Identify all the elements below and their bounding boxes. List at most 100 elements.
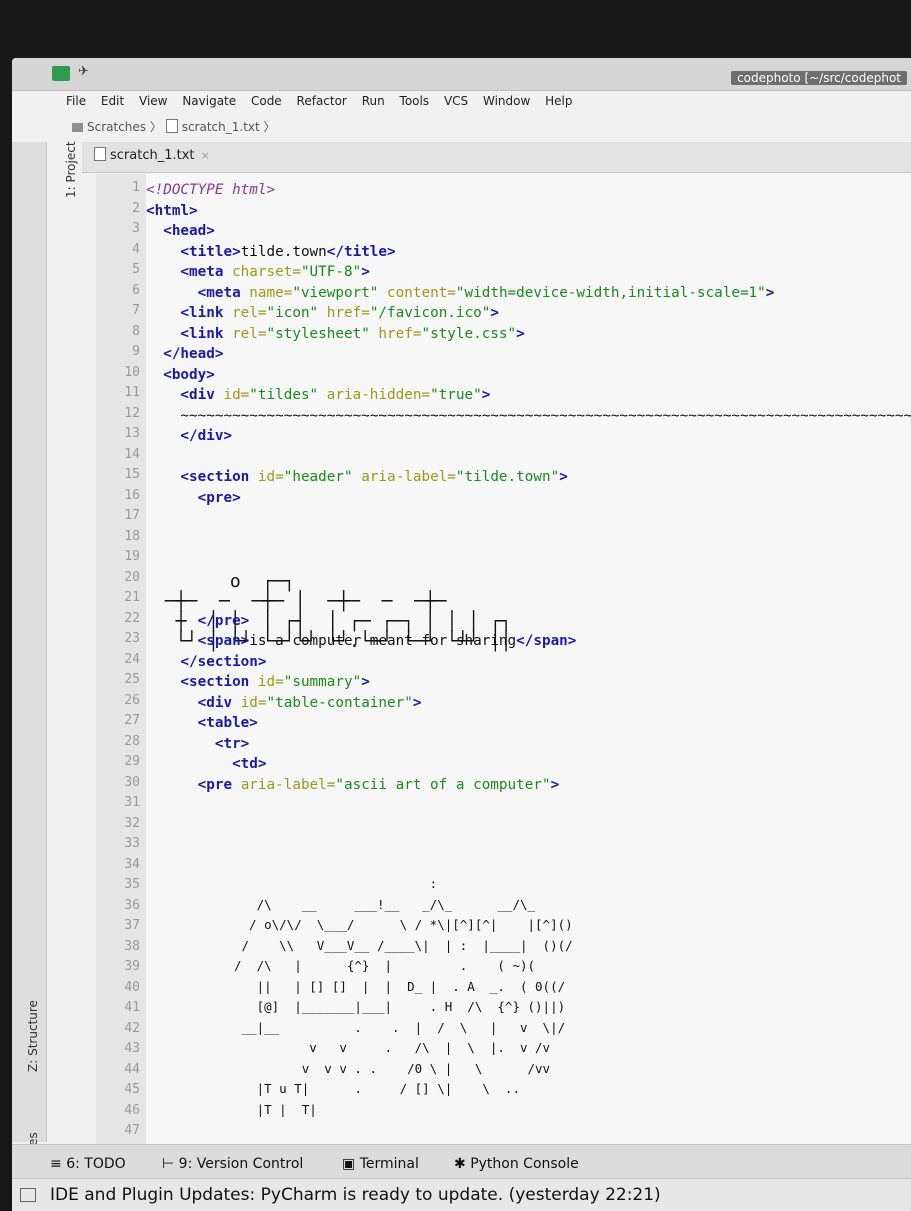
structure-tool-button[interactable]: Z: Structure: [26, 1000, 40, 1072]
code-line[interactable]: <head>: [146, 221, 215, 241]
status-message[interactable]: IDE and Plugin Updates: PyCharm is ready…: [50, 1185, 661, 1205]
notification-icon[interactable]: [20, 1188, 36, 1202]
code-line[interactable]: <!DOCTYPE html>: [146, 180, 275, 200]
code-token-doctype: <!DOCTYPE html>: [146, 182, 276, 198]
code-line[interactable]: <section id="summary">: [146, 672, 370, 692]
code-line[interactable]: <meta charset="UTF-8">: [146, 262, 369, 282]
line-number-gutter: 1 2 3 4 5 6 7 8 9 10 11 12 13 14 15 16 17 18 19 20 21 22 23 24 2…: [96, 174, 146, 1154]
menu-run[interactable]: Run: [362, 94, 385, 108]
code-line[interactable]: </div>: [146, 426, 232, 446]
code-token-string: "style.css": [421, 325, 517, 342]
code-line[interactable]: </section>: [146, 652, 266, 672]
code-line[interactable]: <link rel="stylesheet" href="style.css">: [146, 324, 524, 344]
file-icon: [165, 119, 178, 133]
code-line[interactable]: <table>: [146, 713, 258, 733]
code-token-tag: >: [559, 469, 568, 485]
todo-tool-button[interactable]: ≡ 6: TODO: [50, 1156, 126, 1172]
menu-help[interactable]: Help: [545, 94, 572, 108]
code-line[interactable]: <pre>: [146, 488, 241, 508]
code-line[interactable]: <div id="tildes" aria-hidden="true">: [146, 385, 490, 405]
project-tool-button[interactable]: 1: Project: [64, 141, 78, 198]
line-number: 14: [124, 446, 140, 462]
close-icon[interactable]: ×: [201, 149, 210, 162]
line-number: 11: [124, 385, 140, 400]
code-token-tag: <meta: [146, 264, 233, 280]
code-token-attr: id=: [257, 674, 284, 690]
code-token-tag: >: [490, 305, 499, 321]
line-number: 2: [132, 200, 140, 216]
code-token-string: "header": [283, 469, 362, 485]
code-token-attr: aria-hidden=: [326, 387, 431, 403]
code-editor[interactable]: o ┌─┐ ─┼─ ─ ─┼─ │ ─┼─ ─ ─┼─ ┼ │ │ │ ┌┤ │…: [146, 174, 911, 1154]
code-line[interactable]: <div id="table-container">: [146, 693, 422, 713]
code-line[interactable]: ~~~~~~~~~~~~~~~~~~~~~~~~~~~~~~~~~~~~~~~~…: [146, 406, 911, 426]
line-number: 12: [124, 405, 140, 421]
code-line[interactable]: <link rel="icon" href="/favicon.ico">: [146, 303, 499, 323]
menu-window[interactable]: Window: [483, 94, 530, 108]
terminal-icon: ▣: [342, 1156, 356, 1172]
line-number: 41: [124, 1000, 140, 1015]
code-token-tag: </span>: [516, 633, 577, 649]
code-token-attr: id=: [257, 469, 284, 485]
line-number: 16: [124, 487, 140, 503]
line-number: 20: [124, 569, 140, 585]
code-line[interactable]: </pre>: [146, 611, 250, 631]
pin-icon[interactable]: ✈: [78, 64, 89, 79]
code-line[interactable]: </head>: [146, 344, 223, 364]
menu-vcs[interactable]: VCS: [444, 94, 468, 108]
menu-edit[interactable]: Edit: [101, 94, 124, 108]
code-token-string: "stylesheet": [266, 325, 379, 342]
code-token-tag: <html>: [146, 202, 198, 219]
breadcrumb-file[interactable]: scratch_1.txt: [182, 120, 260, 134]
line-number: 8: [132, 323, 140, 339]
menu-tools[interactable]: Tools: [400, 94, 430, 108]
line-number: 31: [124, 795, 140, 810]
menu-view[interactable]: View: [139, 94, 167, 108]
line-number: 38: [124, 938, 140, 954]
menu-refactor[interactable]: Refactor: [297, 94, 347, 108]
menu-navigate[interactable]: Navigate: [182, 94, 236, 108]
code-token-tag: >: [361, 674, 370, 690]
line-number: 42: [124, 1020, 140, 1036]
code-line[interactable]: <td>: [146, 754, 266, 774]
code-token-tag: >: [412, 694, 422, 711]
line-number: 13: [124, 426, 140, 441]
line-number: 6: [132, 282, 140, 298]
line-number: 44: [124, 1061, 140, 1077]
code-token-string: "viewport": [292, 284, 388, 301]
code-line[interactable]: <title>tilde.town</title>: [146, 242, 395, 262]
code-token-string: "table-container": [266, 694, 413, 711]
code-token-attr: content=: [387, 284, 456, 301]
line-number: 21: [124, 590, 140, 605]
breadcrumb-scratches[interactable]: Scratches: [87, 120, 146, 134]
vcs-icon: ⊢: [162, 1156, 175, 1172]
code-token-tag: </pre>: [146, 612, 250, 629]
code-token-tag: <pre: [146, 776, 241, 793]
line-number: 10: [124, 364, 140, 380]
code-line[interactable]: <tr>: [146, 734, 249, 754]
code-token-tag: >: [765, 284, 775, 301]
python-console-tool-button[interactable]: ✱ Python Console: [454, 1156, 579, 1172]
menu-file[interactable]: File: [66, 94, 86, 108]
code-token-attr: name=: [249, 284, 293, 301]
code-token-tag: <body>: [146, 366, 215, 383]
code-line[interactable]: <meta name="viewport" content="width=dev…: [146, 283, 775, 303]
code-line[interactable]: <body>: [146, 365, 215, 385]
line-number: 40: [124, 979, 140, 995]
line-number: 19: [124, 549, 140, 564]
code-line[interactable]: <pre aria-label="ascii art of a computer…: [146, 775, 560, 795]
breadcrumb: Scratches 〉 scratch_1.txt 〉: [72, 118, 276, 140]
version-control-tool-button[interactable]: ⊢ 9: Version Control: [162, 1156, 303, 1172]
file-icon: [94, 147, 106, 161]
code-token-text: ~~~~~~~~~~~~~~~~~~~~~~~~~~~~~~~~~~~~~~~~…: [146, 407, 911, 424]
code-token-string: "width=device-width,initial-scale=1": [455, 284, 766, 301]
tab-scratch-1[interactable]: scratch_1.txt ×: [94, 147, 210, 171]
code-line[interactable]: <html>: [146, 201, 198, 221]
code-token-tag: >: [481, 387, 491, 403]
code-line[interactable]: <span>is a computer meant for sharing</s…: [146, 631, 577, 651]
terminal-tool-button[interactable]: ▣ Terminal: [342, 1156, 419, 1172]
menu-code[interactable]: Code: [251, 94, 282, 108]
code-token-string: "ascii art of a computer": [335, 776, 551, 793]
code-line[interactable]: <section id="header" aria-label="tilde.t…: [146, 467, 568, 487]
line-number: 23: [124, 631, 140, 646]
